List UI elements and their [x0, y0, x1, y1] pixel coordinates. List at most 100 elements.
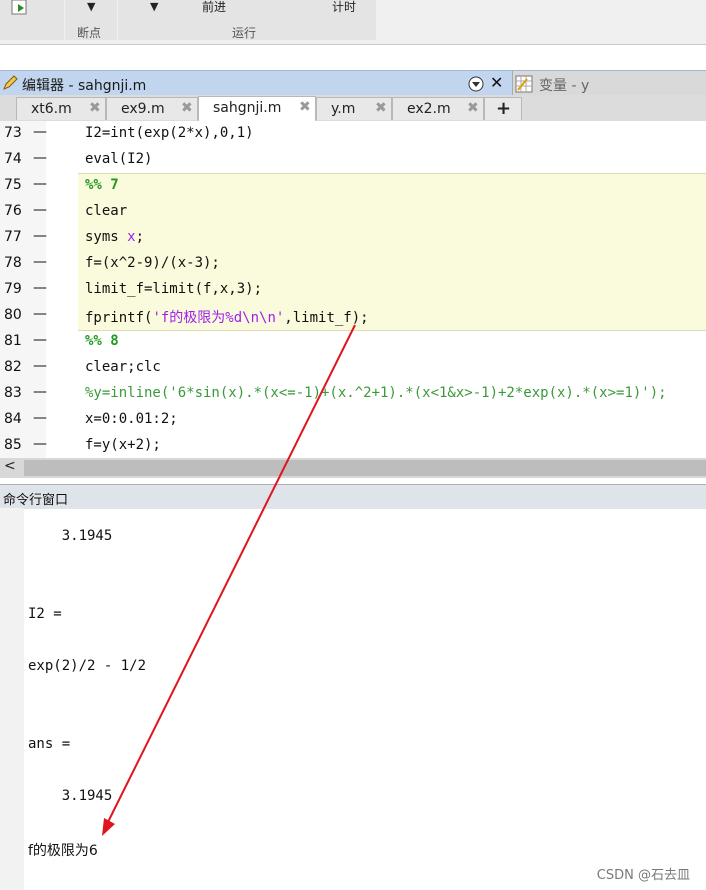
close-tab-icon[interactable]: ✖ — [89, 100, 101, 116]
code-editor[interactable]: 73 — I2=int(exp(2*x),0,1) 74 — eval(I2) 75 — %% … — [0, 121, 706, 458]
code-line[interactable]: 78 — f=(x^2-9)/(x-3); — [0, 251, 706, 277]
tab-y[interactable]: y.m ✖ — [316, 97, 392, 120]
code-line[interactable]: 77 — syms x; — [0, 225, 706, 251]
code-text[interactable]: clear — [85, 203, 127, 219]
code-text[interactable]: x=0:0.01:2; — [85, 411, 178, 427]
breakpoints-group: ▼ 断点 — [65, 0, 117, 40]
breakpoint-marker[interactable]: — — [33, 332, 47, 348]
code-line[interactable]: 75 — %% 7 — [0, 173, 706, 199]
variable-grid-icon — [515, 75, 533, 93]
code-line[interactable]: 79 — limit_f=limit(f,x,3); — [0, 277, 706, 303]
breakpoint-marker[interactable]: — — [33, 254, 47, 270]
code-token: %% 7 — [85, 177, 119, 193]
code-text[interactable]: f=(x^2-9)/(x-3); — [85, 255, 220, 271]
code-token: %y=inline('6*sin(x).*(x<=-1)+(x.^2+1).*(… — [85, 385, 667, 401]
run-section-icon[interactable] — [10, 0, 32, 16]
code-text[interactable]: I2=int(exp(2*x),0,1) — [85, 125, 254, 141]
line-number: 75 — [4, 177, 22, 193]
code-line[interactable]: 83 — %y=inline('6*sin(x).*(x<=-1)+(x.^2+1)… — [0, 381, 706, 407]
code-text[interactable]: syms x; — [85, 229, 144, 245]
output-line: ans = — [28, 736, 71, 752]
breakpoint-marker[interactable]: — — [33, 228, 47, 244]
variables-panel-title[interactable]: 变量 - y — [512, 71, 706, 96]
code-text[interactable]: f=y(x+2); — [85, 437, 161, 453]
editor-pencil-icon — [3, 75, 18, 90]
tab-ex2[interactable]: ex2.m ✖ — [392, 97, 484, 120]
breakpoint-marker[interactable]: — — [33, 436, 47, 452]
code-line[interactable]: 85 — f=y(x+2); — [0, 433, 706, 458]
output-line: I2 = — [28, 606, 62, 622]
code-token: ; — [135, 229, 145, 245]
editor-tabbar: xt6.m ✖ ex9.m ✖ sahgnji.m ✖ y.m ✖ ex2.m … — [0, 95, 706, 122]
output-line: 3.1945 — [28, 788, 113, 804]
timer-button[interactable]: 计时 — [332, 0, 356, 15]
code-line[interactable]: 82 — clear;clc — [0, 355, 706, 381]
breakpoint-marker[interactable]: — — [33, 410, 47, 426]
code-token: x=0:0.01:2; — [85, 411, 178, 427]
close-editor-icon[interactable]: ✕ — [490, 73, 503, 92]
breakpoint-marker[interactable]: — — [33, 358, 47, 374]
code-token: f=(x^2-9)/(x-3); — [85, 255, 220, 271]
code-line[interactable]: 76 — clear — [0, 199, 706, 225]
code-text[interactable]: clear;clc — [85, 359, 161, 375]
output-line: f的极限为6 — [28, 843, 98, 859]
close-tab-icon[interactable]: ✖ — [375, 100, 387, 116]
code-token: ,limit_f); — [284, 310, 369, 326]
command-window-title: 命令行窗口 — [3, 493, 69, 508]
breakpoint-marker[interactable]: — — [33, 150, 47, 166]
line-number: 84 — [4, 411, 22, 427]
breakpoint-marker[interactable]: — — [33, 384, 47, 400]
breakpoint-marker[interactable]: — — [33, 176, 47, 192]
toolstrip: ▼ 断点 ▼ 前进 计时 运行 — [0, 0, 706, 45]
code-token: 'f的极限为%d\n\n' — [152, 310, 285, 326]
close-tab-icon[interactable]: ✖ — [467, 100, 479, 116]
command-window-titlebar: 命令行窗口 — [0, 484, 706, 509]
code-line[interactable]: 73 — I2=int(exp(2*x),0,1) — [0, 121, 706, 147]
line-number: 82 — [4, 359, 22, 375]
tab-label: xt6.m — [31, 101, 72, 117]
run-dropdown-icon[interactable]: ▼ — [150, 0, 158, 13]
breakpoint-marker[interactable]: — — [33, 306, 47, 322]
code-text[interactable]: %% 7 — [85, 177, 119, 193]
run-group-label: 运行 — [232, 26, 257, 40]
code-token: clear — [85, 203, 128, 219]
forward-button[interactable]: 前进 — [202, 0, 226, 15]
code-token: f=y(x+2); — [85, 437, 161, 453]
code-line[interactable]: 80 — fprintf('f的极限为%d\n\n',limit_f); — [0, 303, 706, 329]
breakpoints-dropdown-icon[interactable]: ▼ — [87, 0, 95, 13]
line-number: 80 — [4, 307, 22, 323]
close-tab-icon[interactable]: ✖ — [181, 100, 193, 116]
editor-horizontal-scrollbar[interactable]: < — [0, 458, 706, 478]
editor-title: 编辑器 - sahgnji.m — [22, 78, 147, 94]
line-number: 79 — [4, 281, 22, 297]
breakpoint-marker[interactable]: — — [33, 124, 47, 140]
variables-title: 变量 - y — [539, 78, 590, 94]
code-token: clear;clc — [85, 359, 161, 375]
code-line[interactable]: 74 — eval(I2) — [0, 147, 706, 173]
line-number: 74 — [4, 151, 22, 167]
code-line[interactable]: 81 — %% 8 — [0, 329, 706, 355]
line-number: 78 — [4, 255, 22, 271]
toolstrip-group-left — [0, 0, 64, 40]
code-text[interactable]: eval(I2) — [85, 151, 152, 167]
panel-menu-icon[interactable] — [468, 76, 484, 92]
breakpoint-marker[interactable]: — — [33, 280, 47, 296]
line-number: 76 — [4, 203, 22, 219]
close-tab-icon[interactable]: ✖ — [299, 99, 311, 115]
tab-xt6[interactable]: xt6.m ✖ — [16, 97, 106, 120]
code-text[interactable]: fprintf('f的极限为%d\n\n',limit_f); — [85, 307, 369, 327]
scroll-left-icon[interactable]: < — [4, 458, 16, 474]
tab-sahgnji[interactable]: sahgnji.m ✖ — [198, 96, 316, 121]
add-tab-button[interactable]: + — [484, 97, 522, 120]
code-text[interactable]: limit_f=limit(f,x,3); — [85, 281, 262, 297]
tab-ex9[interactable]: ex9.m ✖ — [106, 97, 198, 120]
code-text[interactable]: %y=inline('6*sin(x).*(x<=-1)+(x.^2+1).*(… — [85, 385, 667, 401]
output-line: exp(2)/2 - 1/2 — [28, 658, 147, 674]
scrollbar-thumb[interactable] — [24, 460, 706, 476]
tab-label: sahgnji.m — [213, 100, 282, 116]
code-token: x — [127, 229, 136, 245]
breakpoint-marker[interactable]: — — [33, 202, 47, 218]
breakpoints-group-label: 断点 — [77, 26, 102, 40]
code-text[interactable]: %% 8 — [85, 333, 119, 349]
code-line[interactable]: 84 — x=0:0.01:2; — [0, 407, 706, 433]
